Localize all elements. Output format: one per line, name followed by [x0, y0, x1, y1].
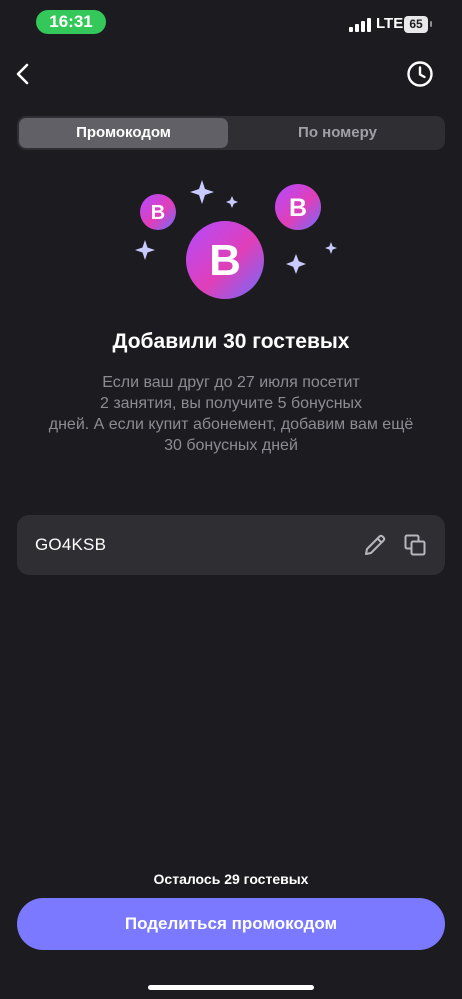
description-line: 2 занятия, вы получите 5 бонусных [99, 395, 363, 412]
history-button[interactable] [404, 58, 436, 90]
main-badge-icon: B [186, 221, 264, 299]
copy-button[interactable] [402, 532, 428, 558]
description-line: дней. А если купит абонемент, добавим ва… [48, 416, 414, 433]
svg-text:B: B [151, 202, 165, 224]
network-type: LTE [376, 15, 404, 32]
tab-promocode[interactable]: Промокодом [19, 118, 228, 148]
pencil-icon [365, 534, 386, 555]
svg-text:B: B [289, 194, 307, 222]
share-promocode-button[interactable]: Поделиться промокодом [17, 898, 445, 950]
tab-phone-number[interactable]: По номеру [232, 118, 443, 148]
segmented-control: Промокодом По номеру [17, 116, 445, 150]
bonus-illustration: B B B [135, 180, 337, 299]
promo-code-value: GO4KSB [35, 535, 107, 554]
status-bar: 16:31 LTE 65 [0, 0, 462, 48]
signal-icon [349, 16, 371, 32]
battery-icon: 65 [404, 16, 428, 33]
svg-text:B: B [209, 236, 241, 285]
description-line: Если ваш друг до 27 июля посетит [102, 374, 360, 391]
edit-button[interactable] [362, 532, 388, 558]
description-line: 30 бонусных дней [164, 437, 298, 454]
remaining-guests: Осталось 29 гостевых [153, 871, 309, 887]
description: Если ваш друг до 27 июля посетит 2 занят… [18, 372, 444, 456]
chevron-left-icon [16, 63, 29, 85]
battery-tip [430, 21, 432, 27]
page-title: Добавили 30 гостевых [112, 330, 350, 353]
badge-right-icon: B [275, 184, 321, 230]
clock-icon [407, 61, 433, 87]
small-badge-left-icon: B [140, 194, 176, 230]
promo-code-field: GO4KSB [17, 515, 445, 575]
home-indicator [148, 985, 314, 990]
status-time: 16:31 [36, 10, 106, 34]
copy-icon [404, 534, 426, 556]
back-button[interactable] [8, 58, 40, 90]
